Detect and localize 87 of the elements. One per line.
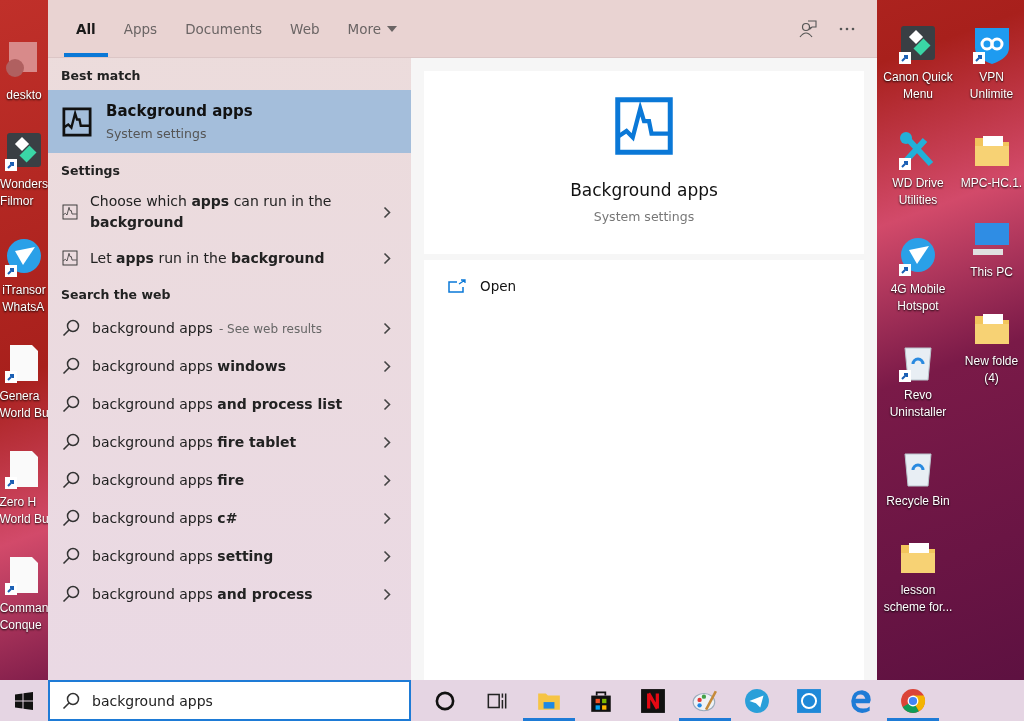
edge-icon bbox=[848, 687, 874, 714]
chevron-right-icon[interactable] bbox=[383, 435, 391, 449]
chevron-right-icon[interactable] bbox=[383, 549, 391, 563]
web-suggestion[interactable]: background apps windows bbox=[92, 355, 286, 377]
desktop-icon-label: VPN bbox=[979, 69, 1004, 86]
desktop-icon-label: Utilities bbox=[898, 192, 938, 209]
open-action[interactable]: Open bbox=[448, 278, 517, 294]
desktop-icon-label: Hotspot bbox=[897, 298, 939, 315]
web-suggestion[interactable]: background apps fire tablet bbox=[92, 431, 297, 453]
chevron-right-icon[interactable] bbox=[383, 511, 391, 525]
activity-graph-icon bbox=[62, 204, 78, 220]
web-suggestion[interactable]: background apps and process list bbox=[92, 393, 343, 415]
web-suggestion[interactable]: background apps setting bbox=[92, 545, 274, 567]
telegram-icon bbox=[744, 687, 770, 714]
search-icon bbox=[62, 509, 80, 527]
preview-subtitle: System settings bbox=[593, 209, 695, 224]
desktop-icon-label: New folde bbox=[964, 353, 1019, 370]
settings-result[interactable]: Let apps run in the background bbox=[90, 247, 371, 269]
chevron-right-icon[interactable] bbox=[383, 397, 391, 411]
chevron-right-icon[interactable] bbox=[383, 359, 391, 373]
search-icon bbox=[62, 319, 80, 337]
chevron-right-icon[interactable] bbox=[383, 251, 391, 265]
desktop-icon-label: 4G Mobile bbox=[890, 281, 946, 298]
preview-title: Background apps bbox=[570, 180, 718, 200]
desktop-icon-label: scheme for... bbox=[883, 599, 953, 616]
desktop-icon-label: iTransor bbox=[2, 282, 46, 299]
desktop-icon-label: World Bu bbox=[0, 511, 48, 528]
filter-tab[interactable]: Web bbox=[278, 0, 332, 57]
search-field[interactable]: background apps bbox=[48, 680, 411, 721]
search-icon bbox=[62, 585, 80, 603]
desktop-icon-label: lesson bbox=[900, 582, 936, 599]
desktop-icon-label: MPC-HC.1. bbox=[960, 175, 1023, 192]
filter-tab[interactable]: All bbox=[64, 0, 108, 57]
section-heading: Search the web bbox=[60, 286, 172, 304]
desktop-icon-label: Conque bbox=[0, 617, 42, 634]
web-suggestion[interactable]: background apps bbox=[92, 317, 213, 339]
search-icon bbox=[62, 691, 80, 710]
activity-graph-icon bbox=[62, 250, 78, 266]
settings-result[interactable]: Choose which apps can run in the background bbox=[90, 191, 371, 233]
search-icon bbox=[62, 547, 80, 565]
open-window-icon bbox=[448, 279, 466, 293]
desktop-icon-label: Wonders bbox=[0, 176, 48, 193]
desktop-icon-label: WD Drive bbox=[892, 175, 944, 192]
filter-tab[interactable]: More bbox=[335, 0, 409, 57]
desktop-icon-label: Menu bbox=[903, 86, 933, 103]
chevron-right-icon[interactable] bbox=[383, 205, 391, 219]
caret-down-icon bbox=[387, 25, 397, 32]
desktop-icon-label: WhatsA bbox=[2, 299, 45, 316]
web-suggestion[interactable]: background apps fire bbox=[92, 469, 245, 491]
desktop-icon-label: Uninstaller bbox=[889, 404, 947, 421]
result-title: Background apps bbox=[106, 102, 253, 120]
windows-logo-icon bbox=[15, 691, 33, 710]
desktop-icon-label: (4) bbox=[984, 370, 999, 387]
desktop-icon-label: Recycle Bin bbox=[886, 493, 950, 510]
search-icon bbox=[62, 471, 80, 489]
web-suggestion[interactable]: background apps and process bbox=[92, 583, 313, 605]
more-options-icon[interactable] bbox=[839, 26, 855, 31]
search-icon bbox=[62, 433, 80, 451]
desktop-icon-label: World Bu bbox=[0, 405, 48, 422]
feedback-person-icon[interactable] bbox=[799, 19, 817, 38]
result-subtitle: System settings bbox=[106, 126, 208, 141]
desktop-icon-label: Filmor bbox=[0, 193, 34, 210]
filter-tab[interactable]: Documents bbox=[173, 0, 275, 57]
section-heading: Best match bbox=[60, 67, 142, 85]
desktop-icon-label: Unlimite bbox=[969, 86, 1014, 103]
netflix-icon bbox=[640, 687, 666, 714]
filter-tab[interactable]: Apps bbox=[111, 0, 170, 57]
chevron-right-icon[interactable] bbox=[383, 473, 391, 487]
best-match-item[interactable]: Background apps System settings bbox=[48, 90, 411, 153]
web-suggestion[interactable]: background apps c# bbox=[92, 507, 238, 529]
desktop-icon-label: Revo bbox=[904, 387, 932, 404]
search-input[interactable]: background apps bbox=[92, 692, 397, 709]
desktop-icon-label: Genera bbox=[0, 388, 40, 405]
search-icon bbox=[62, 395, 80, 413]
chrome-icon bbox=[900, 687, 926, 714]
desktop-icon-label: deskto bbox=[6, 87, 42, 104]
activity-graph-icon bbox=[62, 106, 92, 137]
desktop-icon-label: This PC bbox=[970, 264, 1013, 281]
chevron-right-icon[interactable] bbox=[383, 321, 391, 335]
search-icon bbox=[62, 357, 80, 375]
desktop-icon-label: Zero H bbox=[0, 494, 37, 511]
section-heading: Settings bbox=[60, 162, 121, 180]
activity-graph-icon bbox=[614, 96, 674, 156]
desktop-icon-label: Comman bbox=[0, 600, 48, 617]
desktop-icon-label: Canon Quick bbox=[883, 69, 953, 86]
web-results-hint: - See web results bbox=[218, 321, 323, 336]
chevron-right-icon[interactable] bbox=[383, 587, 391, 601]
